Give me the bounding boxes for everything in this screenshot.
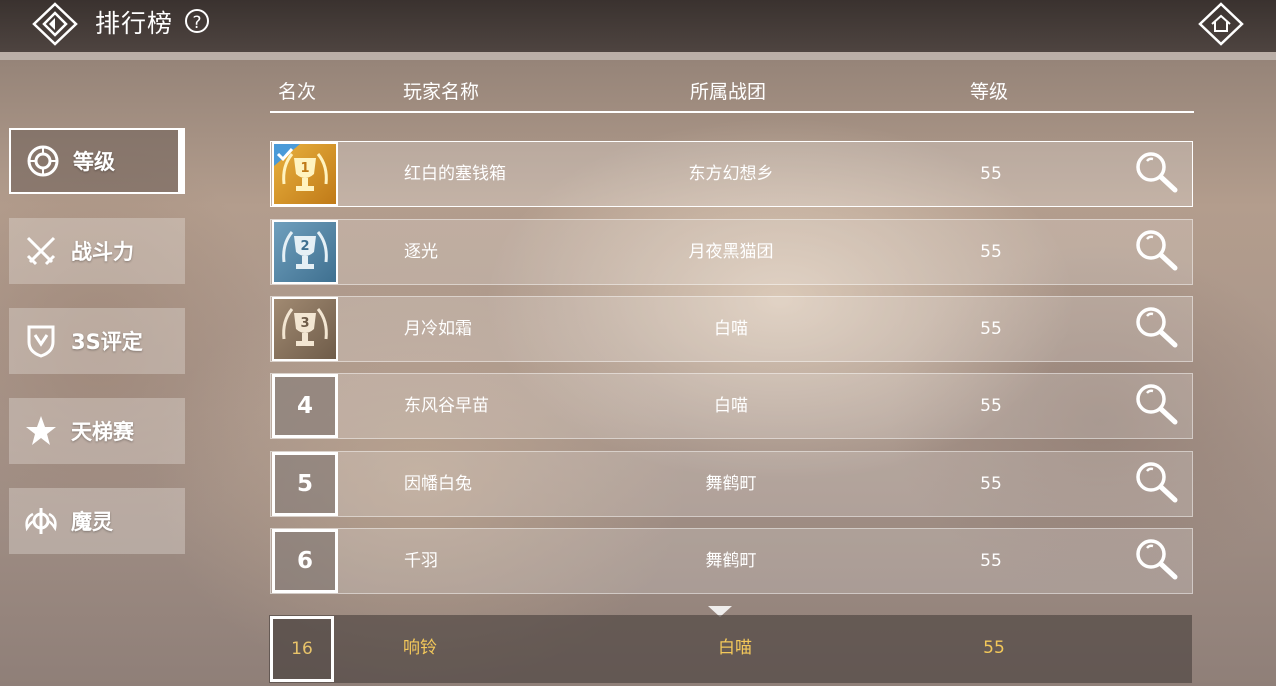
my-player-level: 55 bbox=[983, 638, 1005, 658]
table-row[interactable]: 2 逐光 月夜黑猫团 55 bbox=[270, 219, 1193, 285]
player-name: 逐光 bbox=[404, 242, 438, 262]
guild-name: 舞鹤町 bbox=[705, 474, 757, 494]
guild-name: 月夜黑猫团 bbox=[688, 242, 774, 262]
table-row[interactable]: 5 因幡白兔 舞鹤町 55 bbox=[270, 451, 1193, 517]
guild-name: 白喵 bbox=[714, 319, 748, 339]
header-underline bbox=[270, 111, 1194, 113]
crossed-swords-icon bbox=[23, 233, 59, 269]
player-name: 月冷如霜 bbox=[404, 319, 472, 339]
column-header-guild: 所属战团 bbox=[690, 81, 767, 103]
table-row[interactable]: 3 月冷如霜 白喵 55 bbox=[270, 296, 1193, 362]
player-level: 55 bbox=[980, 396, 1002, 416]
back-diamond-icon[interactable] bbox=[30, 1, 80, 47]
player-name: 因幡白兔 bbox=[404, 474, 472, 494]
my-rank-row: 16 响铃 白喵 55 bbox=[269, 615, 1192, 683]
gold-trophy-icon: 1 bbox=[272, 142, 338, 206]
tab-3s-rating[interactable]: 3S评定 bbox=[9, 308, 185, 374]
rank-number: 6 bbox=[272, 529, 338, 593]
search-icon[interactable] bbox=[1133, 381, 1183, 431]
player-name: 东风谷早苗 bbox=[404, 396, 489, 416]
player-name: 红白的塞钱箱 bbox=[404, 164, 506, 184]
tab-combat-power[interactable]: 战斗力 bbox=[9, 218, 185, 284]
svg-text:1: 1 bbox=[300, 161, 309, 176]
search-icon[interactable] bbox=[1133, 536, 1183, 586]
page-title: 排行榜 bbox=[95, 9, 174, 38]
tab-ladder[interactable]: 天梯赛 bbox=[9, 398, 185, 464]
tab-label: 等级 bbox=[73, 150, 115, 174]
player-level: 55 bbox=[980, 242, 1002, 262]
home-icon[interactable] bbox=[1196, 1, 1246, 47]
star-icon bbox=[23, 413, 59, 449]
svg-text:2: 2 bbox=[300, 239, 309, 254]
winged-emblem-icon bbox=[23, 503, 59, 539]
search-icon[interactable] bbox=[1133, 149, 1183, 199]
my-rank-number: 16 bbox=[270, 616, 334, 682]
rank-number: 5 bbox=[272, 452, 338, 516]
silver-trophy-icon: 2 bbox=[272, 220, 338, 284]
table-row[interactable]: 6 千羽 舞鹤町 55 bbox=[270, 528, 1193, 594]
guild-name: 白喵 bbox=[714, 396, 748, 416]
player-level: 55 bbox=[980, 551, 1002, 571]
table-row[interactable]: 4 东风谷早苗 白喵 55 bbox=[270, 373, 1193, 439]
column-header-level: 等级 bbox=[970, 81, 1009, 103]
my-guild-name: 白喵 bbox=[718, 638, 752, 658]
column-header-rank: 名次 bbox=[278, 81, 317, 103]
tab-label: 魔灵 bbox=[71, 510, 113, 534]
column-header-player: 玩家名称 bbox=[403, 81, 480, 103]
search-icon[interactable] bbox=[1133, 459, 1183, 509]
tab-label: 3S评定 bbox=[71, 330, 143, 354]
tab-label: 战斗力 bbox=[71, 240, 134, 264]
help-icon[interactable]: ? bbox=[185, 9, 209, 33]
player-level: 55 bbox=[980, 319, 1002, 339]
guild-name: 舞鹤町 bbox=[705, 551, 757, 571]
svg-text:3: 3 bbox=[300, 316, 309, 331]
rank-number: 4 bbox=[272, 374, 338, 438]
search-icon[interactable] bbox=[1133, 304, 1183, 354]
header-divider bbox=[0, 52, 1276, 60]
tab-level[interactable]: 等级 bbox=[9, 128, 185, 194]
guild-name: 东方幻想乡 bbox=[688, 164, 774, 184]
bronze-trophy-icon: 3 bbox=[272, 297, 338, 361]
table-row[interactable]: 1 红白的塞钱箱 东方幻想乡 55 bbox=[270, 141, 1193, 207]
player-name: 千羽 bbox=[404, 551, 438, 571]
search-icon[interactable] bbox=[1133, 227, 1183, 277]
tab-label: 天梯赛 bbox=[71, 420, 134, 444]
shield-crest-icon bbox=[23, 323, 59, 359]
top-bar: 排行榜 ? bbox=[0, 0, 1276, 52]
player-level: 55 bbox=[980, 474, 1002, 494]
player-level: 55 bbox=[980, 164, 1002, 184]
tab-spirit[interactable]: 魔灵 bbox=[9, 488, 185, 554]
gear-ring-icon bbox=[25, 143, 61, 179]
my-player-name: 响铃 bbox=[403, 638, 437, 658]
